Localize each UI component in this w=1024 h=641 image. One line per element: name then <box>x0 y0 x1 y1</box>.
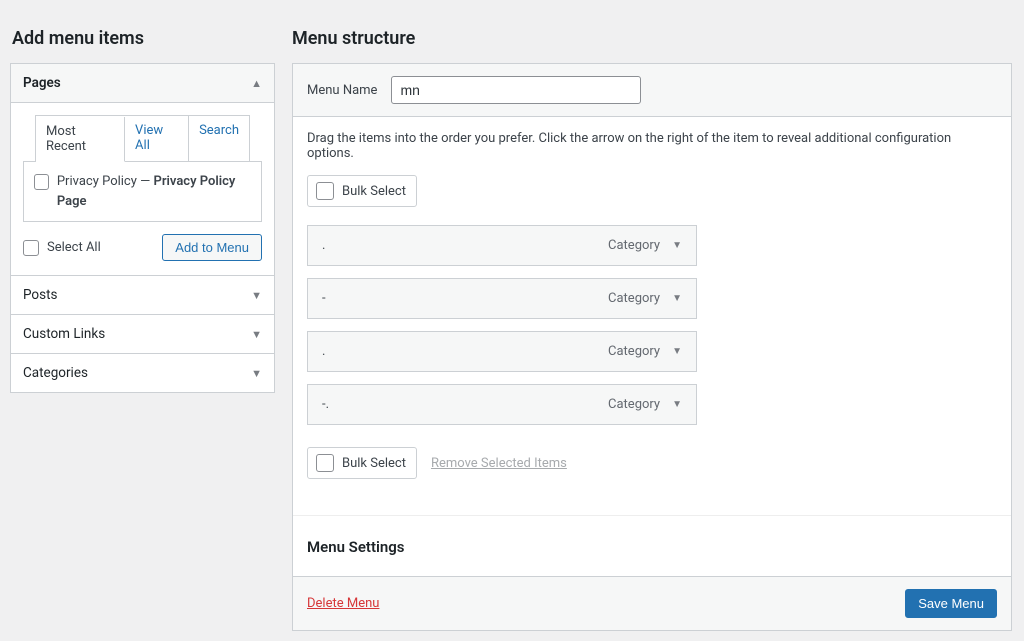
bulk-select-top[interactable]: Bulk Select <box>307 175 417 207</box>
menu-structure-title: Menu structure <box>292 28 1012 49</box>
bulk-select-label: Bulk Select <box>342 456 406 471</box>
save-menu-button[interactable]: Save Menu <box>905 589 997 618</box>
accordion-head-pages[interactable]: Pages ▲ <box>11 64 274 103</box>
chevron-down-icon[interactable]: ▼ <box>672 240 682 251</box>
accordion-head-posts[interactable]: Posts ▼ <box>11 275 274 314</box>
caret-down-icon: ▼ <box>251 367 262 380</box>
menu-item[interactable]: - Category ▼ <box>307 278 697 319</box>
menu-structure-box: Menu Name Drag the items into the order … <box>292 63 1012 631</box>
accordion-head-categories[interactable]: Categories ▼ <box>11 353 274 392</box>
menu-item-label: -. <box>322 397 329 412</box>
bulk-select-bottom[interactable]: Bulk Select <box>307 447 417 479</box>
accordion-label: Custom Links <box>23 326 105 342</box>
menu-items-list: . Category ▼ - Category ▼ <box>307 225 997 425</box>
add-to-menu-button[interactable]: Add to Menu <box>162 234 262 261</box>
caret-down-icon: ▼ <box>251 289 262 302</box>
tab-most-recent[interactable]: Most Recent <box>36 117 125 162</box>
menu-item[interactable]: . Category ▼ <box>307 225 697 266</box>
caret-down-icon: ▼ <box>251 328 262 341</box>
select-all-label: Select All <box>47 240 101 255</box>
page-item-label: Privacy Policy — Privacy Policy Page <box>57 172 251 211</box>
menu-item-type: Category <box>608 397 660 412</box>
chevron-down-icon[interactable]: ▼ <box>672 346 682 357</box>
page-item-checkbox[interactable] <box>34 174 49 190</box>
bulk-select-checkbox[interactable] <box>316 182 334 200</box>
menu-item-label: - <box>322 291 326 306</box>
menu-item-label: . <box>322 344 325 359</box>
tab-search[interactable]: Search <box>189 116 249 161</box>
select-all-checkbox[interactable] <box>23 240 39 256</box>
accordion-label: Categories <box>23 365 88 381</box>
select-all[interactable]: Select All <box>23 240 101 256</box>
menu-name-label: Menu Name <box>307 83 377 98</box>
tabpanel-most-recent: Privacy Policy — Privacy Policy Page <box>23 162 262 222</box>
bulk-select-checkbox[interactable] <box>316 454 334 472</box>
add-menu-items-title: Add menu items <box>12 28 275 49</box>
menu-item-label: . <box>322 238 325 253</box>
menu-item[interactable]: -. Category ▼ <box>307 384 697 425</box>
menu-structure-footer: Delete Menu Save Menu <box>293 576 1011 630</box>
bulk-select-label: Bulk Select <box>342 184 406 199</box>
remove-selected-link[interactable]: Remove Selected Items <box>431 456 567 471</box>
delete-menu-link[interactable]: Delete Menu <box>307 596 379 611</box>
tab-view-all[interactable]: View All <box>125 116 189 161</box>
accordion-body-pages: Most Recent View All Search Privacy Poli… <box>11 115 274 275</box>
accordion-label: Pages <box>23 75 61 91</box>
caret-up-icon: ▲ <box>251 77 262 90</box>
chevron-down-icon[interactable]: ▼ <box>672 293 682 304</box>
menu-item-type: Category <box>608 238 660 253</box>
chevron-down-icon[interactable]: ▼ <box>672 399 682 410</box>
accordion-head-custom-links[interactable]: Custom Links ▼ <box>11 314 274 353</box>
page-item[interactable]: Privacy Policy — Privacy Policy Page <box>34 172 251 211</box>
menu-settings-heading: Menu Settings <box>293 515 1011 556</box>
menu-item-type: Category <box>608 344 660 359</box>
menu-item[interactable]: . Category ▼ <box>307 331 697 372</box>
menu-name-row: Menu Name <box>293 64 1011 117</box>
accordion-label: Posts <box>23 287 57 303</box>
menu-name-input[interactable] <box>391 76 641 104</box>
accordion-add-items: Pages ▲ Most Recent View All Search Priv… <box>10 63 275 393</box>
help-text: Drag the items into the order you prefer… <box>307 131 997 161</box>
menu-item-type: Category <box>608 291 660 306</box>
